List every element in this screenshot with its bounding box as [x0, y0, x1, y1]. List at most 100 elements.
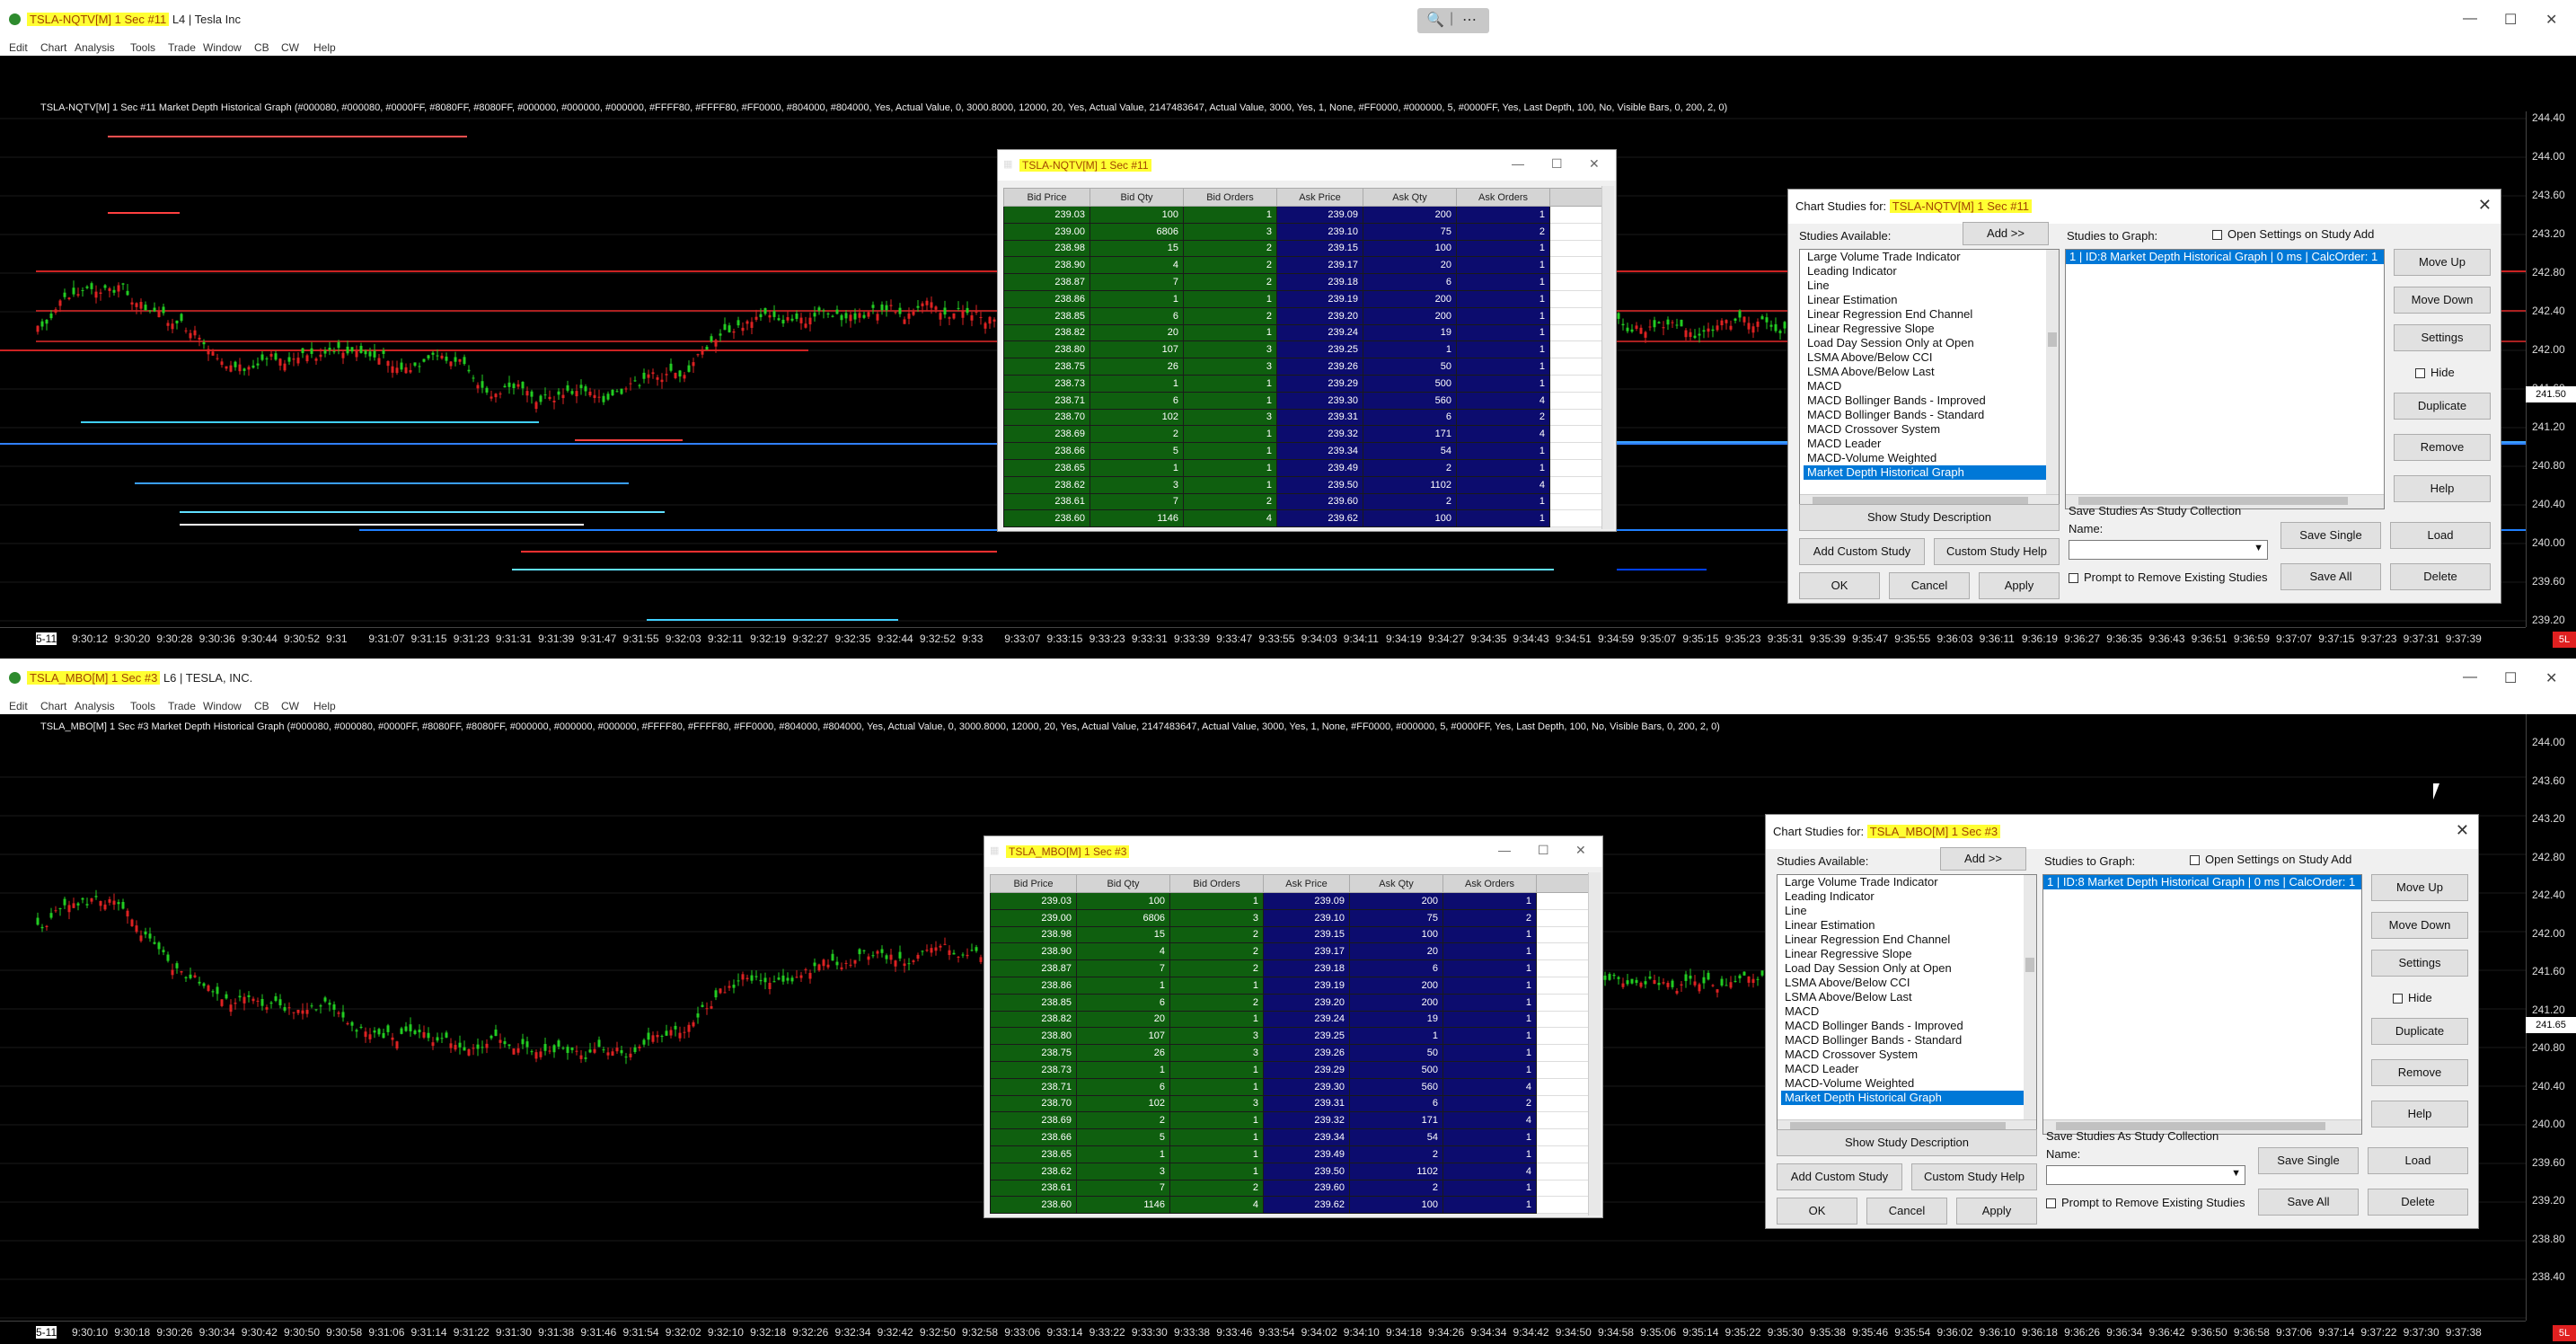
- depth-cell[interactable]: 1: [1456, 239, 1550, 258]
- depth-cell[interactable]: 20: [1363, 256, 1457, 275]
- maximize-icon[interactable]: ☐: [1551, 156, 1563, 172]
- depth-cell[interactable]: 6806: [1090, 222, 1184, 241]
- duplicate-button[interactable]: Duplicate: [2394, 393, 2491, 420]
- depth-cell[interactable]: 238.73: [1003, 374, 1090, 393]
- time-axis[interactable]: 5-11 9:30:10 9:30:18 9:30:26 9:30:34 9:30:42 9…: [0, 1321, 2526, 1344]
- depth-cell[interactable]: 3: [1183, 222, 1277, 241]
- depth-cell[interactable]: 1: [1183, 391, 1277, 410]
- cancel-button[interactable]: Cancel: [1889, 572, 1970, 599]
- depth-row[interactable]: 238.87 7 2 239.18 6 1: [1003, 273, 1611, 291]
- depth-row[interactable]: 238.66 5 1 239.34 54 1: [1003, 442, 1611, 460]
- depth-cell[interactable]: 4: [1076, 942, 1170, 961]
- depth-cell[interactable]: 15: [1076, 925, 1170, 944]
- depth-cell[interactable]: 239.19: [1276, 289, 1363, 308]
- depth-cell[interactable]: 239.00: [990, 908, 1077, 927]
- depth-cell[interactable]: 1: [1442, 1179, 1537, 1198]
- minimize-icon[interactable]: —: [1498, 843, 1511, 857]
- depth-cell[interactable]: 239.62: [1276, 509, 1363, 528]
- depth-cell[interactable]: 1: [1442, 993, 1537, 1012]
- chart-studies-dialog[interactable]: Chart Studies for: TSLA_MBO[M] 1 Sec #3 …: [1765, 814, 2479, 1229]
- menu-trade[interactable]: Trade: [168, 700, 196, 712]
- available-study-item[interactable]: MACD Leader: [1781, 1062, 2036, 1076]
- depth-cell[interactable]: 50: [1363, 358, 1457, 376]
- market-depth-window[interactable]: ▦ TSLA_MBO[M] 1 Sec #3 — ☐ ✕ Bid Price Bi…: [984, 836, 1603, 1218]
- depth-cell[interactable]: 1: [1183, 206, 1277, 224]
- column-header[interactable]: Bid Price: [1003, 188, 1090, 207]
- depth-cell[interactable]: 200: [1349, 892, 1443, 910]
- depth-cell[interactable]: 1: [1442, 1044, 1537, 1062]
- depth-cell[interactable]: 6: [1363, 273, 1457, 291]
- depth-cell[interactable]: 20: [1076, 1010, 1170, 1029]
- depth-row[interactable]: 238.90 4 2 239.17 20 1: [990, 942, 1598, 961]
- depth-cell[interactable]: 239.24: [1276, 323, 1363, 342]
- depth-cell[interactable]: 2: [1076, 1111, 1170, 1130]
- depth-cell[interactable]: 238.87: [990, 959, 1077, 977]
- available-study-item[interactable]: Linear Estimation: [1781, 918, 2036, 933]
- depth-cell[interactable]: 19: [1349, 1010, 1443, 1029]
- studies-available-list[interactable]: Large Volume Trade Indicator Leading Indi…: [1799, 249, 2060, 509]
- vertical-scrollbar[interactable]: [2046, 250, 2059, 496]
- available-study-item[interactable]: MACD: [1781, 1004, 2036, 1019]
- depth-cell[interactable]: 7: [1076, 1179, 1170, 1198]
- depth-cell[interactable]: 239.34: [1263, 1128, 1350, 1146]
- depth-cell[interactable]: 1102: [1363, 475, 1457, 494]
- depth-cell[interactable]: 200: [1349, 976, 1443, 995]
- depth-cell[interactable]: 1: [1183, 442, 1277, 460]
- depth-cell[interactable]: 100: [1349, 1196, 1443, 1215]
- depth-cell[interactable]: 4: [1442, 1077, 1537, 1096]
- add-study-button[interactable]: Add >>: [1940, 847, 2026, 871]
- depth-cell[interactable]: 238.71: [1003, 391, 1090, 410]
- depth-cell[interactable]: 26: [1090, 358, 1184, 376]
- depth-cell[interactable]: 4: [1442, 1111, 1537, 1130]
- depth-row[interactable]: 238.71 6 1 239.30 560 4: [1003, 391, 1611, 410]
- depth-cell[interactable]: 1: [1456, 306, 1550, 325]
- depth-row[interactable]: 238.69 2 1 239.32 171 4: [1003, 425, 1611, 444]
- depth-cell[interactable]: 50: [1349, 1044, 1443, 1062]
- chart-studies-dialog[interactable]: Chart Studies for: TSLA-NQTV[M] 1 Sec #1…: [1787, 189, 2501, 604]
- depth-row[interactable]: 238.62 3 1 239.50 1102 4: [990, 1162, 1598, 1180]
- studies-to-graph-list[interactable]: 1 | ID:8 Market Depth Historical Graph |…: [2042, 874, 2362, 1135]
- depth-cell[interactable]: 239.24: [1263, 1010, 1350, 1029]
- depth-cell[interactable]: 1: [1442, 1145, 1537, 1163]
- settings-button[interactable]: Settings: [2371, 950, 2468, 977]
- depth-cell[interactable]: 1: [1442, 976, 1537, 995]
- depth-cell[interactable]: 238.90: [990, 942, 1077, 961]
- depth-cell[interactable]: 1102: [1349, 1162, 1443, 1180]
- depth-cell[interactable]: 239.15: [1263, 925, 1350, 944]
- move-up-button[interactable]: Move Up: [2371, 874, 2468, 901]
- available-study-item[interactable]: MACD Bollinger Bands - Standard: [1804, 408, 2059, 422]
- menu-tools[interactable]: Tools: [130, 41, 155, 54]
- graph-study-item[interactable]: 1 | ID:8 Market Depth Historical Graph |…: [2066, 250, 2384, 264]
- available-study-item[interactable]: MACD Bollinger Bands - Improved: [1804, 393, 2059, 408]
- depth-cell[interactable]: 1146: [1076, 1196, 1170, 1215]
- depth-cell[interactable]: 100: [1349, 925, 1443, 944]
- depth-cell[interactable]: 1: [1456, 374, 1550, 393]
- depth-cell[interactable]: 238.60: [990, 1196, 1077, 1215]
- remove-button[interactable]: Remove: [2371, 1059, 2468, 1086]
- depth-cell[interactable]: 238.85: [1003, 306, 1090, 325]
- studies-to-graph-list[interactable]: 1 | ID:8 Market Depth Historical Graph |…: [2065, 249, 2385, 509]
- add-custom-study-button[interactable]: Add Custom Study: [1799, 538, 1925, 565]
- depth-row[interactable]: 239.00 6806 3 239.10 75 2: [1003, 222, 1611, 241]
- depth-cell[interactable]: 239.30: [1263, 1077, 1350, 1096]
- menu-chart[interactable]: Chart: [40, 41, 66, 54]
- column-header[interactable]: Bid Qty: [1090, 188, 1184, 207]
- depth-cell[interactable]: 75: [1363, 222, 1457, 241]
- depth-cell[interactable]: 107: [1076, 1027, 1170, 1046]
- depth-cell[interactable]: 1: [1169, 1162, 1264, 1180]
- close-icon[interactable]: ✕: [2545, 669, 2557, 687]
- depth-cell[interactable]: 4: [1169, 1196, 1264, 1215]
- depth-cell[interactable]: 239.03: [1003, 206, 1090, 224]
- depth-cell[interactable]: 4: [1442, 1162, 1537, 1180]
- move-down-button[interactable]: Move Down: [2371, 912, 2468, 939]
- depth-cell[interactable]: 1: [1169, 1077, 1264, 1096]
- depth-cell[interactable]: 4: [1183, 509, 1277, 528]
- depth-cell[interactable]: 1: [1456, 358, 1550, 376]
- depth-cell[interactable]: 1: [1183, 289, 1277, 308]
- depth-row[interactable]: 238.61 7 2 239.60 2 1: [990, 1179, 1598, 1198]
- depth-cell[interactable]: 1: [1183, 458, 1277, 477]
- depth-cell[interactable]: 239.17: [1263, 942, 1350, 961]
- prompt-remove-checkbox[interactable]: Prompt to Remove Existing Studies: [2046, 1196, 2245, 1209]
- depth-cell[interactable]: 239.20: [1276, 306, 1363, 325]
- depth-cell[interactable]: 54: [1363, 442, 1457, 460]
